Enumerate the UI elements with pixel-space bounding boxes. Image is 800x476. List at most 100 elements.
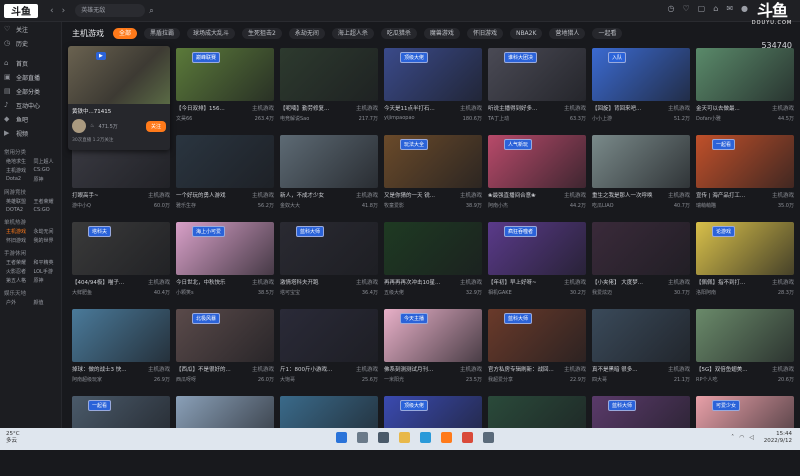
sidebar-item[interactable]: ▤ 全部分类 [0, 84, 61, 98]
stream-thumbnail[interactable]: 入队 [592, 48, 690, 101]
sidebar-category-link[interactable]: 同上超人 [34, 158, 62, 165]
edge-icon[interactable] [420, 432, 431, 443]
stream-thumbnail[interactable]: 蓝科大师 [488, 309, 586, 362]
message-icon[interactable]: ✉ [726, 4, 733, 13]
streamer-name[interactable]: 塔可宝宝 [280, 289, 300, 296]
sidebar-category-link[interactable]: 原神 [34, 277, 62, 284]
preview-thumbnail[interactable]: ▶ [68, 46, 170, 104]
sidebar-category-link[interactable]: Dota2 [6, 176, 34, 183]
stream-card[interactable]: 谁科大团决 听说主播得到好多... 主机游戏 TA丁上动 63.3万 [488, 48, 586, 128]
stream-title[interactable]: ❀最强直播间合意❀ [488, 191, 536, 199]
streamer-avatar[interactable] [72, 119, 86, 133]
settings-icon[interactable] [483, 432, 494, 443]
tab-3[interactable]: 生死狙击2 [242, 28, 282, 39]
sidebar-category-link[interactable]: 怀旧游戏 [6, 237, 34, 244]
tab-5[interactable]: 海上超人杀 [331, 28, 374, 39]
douyu-logo[interactable]: 斗鱼 [4, 3, 38, 18]
streamer-name[interactable]: 我爱炫迈 [592, 289, 612, 296]
streamer-name[interactable]: 阿南小杰 [488, 202, 508, 209]
stream-title[interactable]: 【佩佩】指不到打... [696, 278, 745, 286]
streamer-name[interactable]: 吃瓜LIAO [592, 202, 614, 209]
avatar[interactable]: ● [741, 4, 748, 13]
sidebar-section-title[interactable]: 常用分类 [0, 146, 61, 158]
sidebar-section-title[interactable]: 手游休闲 [0, 247, 61, 259]
sidebar-category-link[interactable]: 户外 [6, 299, 34, 306]
tab-6[interactable]: 吃瓜猎杀 [380, 28, 417, 39]
sidebar-category-link[interactable]: 火影忍者 [6, 268, 34, 275]
stream-card[interactable]: 人气新玩 ❀最强直播间合意❀ 主机游戏 阿南小杰 44.2万 [488, 135, 586, 215]
stream-thumbnail[interactable] [592, 135, 690, 188]
sidebar-category-link[interactable]: 第五人格 [6, 277, 34, 284]
streamer-name[interactable]: 文昊66 [176, 115, 192, 122]
stream-title[interactable]: 【回旋】背回来吧... [592, 104, 641, 112]
streamer-name[interactable]: 游中小Q [72, 202, 91, 209]
stream-card[interactable]: 掉球：做的战士3 快... 主机游戏 阿南超级玩家 26.9万 [72, 309, 170, 389]
sidebar-category-link[interactable]: 原神 [34, 176, 62, 183]
stream-card[interactable]: 金天可以去做最... 主机游戏 Dofan小雅 44.5万 [696, 48, 794, 128]
stream-card[interactable]: 蓝科大师 官方私房专辑刷新：战回... 主机游戏 我超爱分享 22.9万 [488, 309, 586, 389]
stream-card[interactable]: 顶级大佬 今天是11点半打石... 主机游戏 yijimpaopao 180.6万 [384, 48, 482, 128]
sidebar-category-link[interactable]: 永劫无间 [34, 228, 62, 235]
stream-title[interactable]: 重生之我是那人一次呼唤 [592, 191, 653, 199]
stream-card[interactable]: 一个好玩的勇人游戏 主机游戏 雅乐生存 56.2万 [176, 135, 274, 215]
stream-title[interactable]: 【5G】双倍鱼翅美... [696, 365, 748, 373]
stream-title[interactable]: 宣传 | 海产品打工... [696, 191, 745, 199]
stream-card[interactable]: 重生之我是那人一次呼唤 主机游戏 吃瓜LIAO 40.7万 [592, 135, 690, 215]
stream-thumbnail[interactable] [696, 309, 794, 362]
tab-11[interactable]: 一起看 [592, 28, 623, 39]
history-icon[interactable]: ◷ [668, 4, 675, 13]
sidebar-section-title[interactable]: 网游竞技 [0, 186, 61, 198]
stream-title[interactable]: 【年初】早上好呀~ [488, 278, 537, 286]
tab-0[interactable]: 全部 [113, 28, 138, 39]
stream-thumbnail[interactable]: 今天主播 [384, 309, 482, 362]
sidebar-category-link[interactable]: 王者荣耀 [34, 198, 62, 205]
streamer-name[interactable]: 电竞解说Sao [280, 115, 309, 122]
tab-9[interactable]: NBA2K [509, 28, 543, 39]
streamer-name[interactable]: 一米阳光 [384, 376, 404, 383]
streamer-name[interactable]: yijimpaopao [384, 115, 415, 122]
stream-thumbnail[interactable]: 海上小可爱 [176, 222, 274, 275]
sidebar-category-link[interactable]: 主机游戏 [6, 167, 34, 174]
stream-card[interactable]: 一起看 宣传 | 海产品打工... 主机游戏 瑞萌萌瞄 35.0万 [696, 135, 794, 215]
tab-10[interactable]: 营地猎人 [549, 28, 586, 39]
stream-thumbnail[interactable] [176, 135, 274, 188]
stream-thumbnail[interactable]: 一起看 [696, 135, 794, 188]
stream-card[interactable]: 北极风暴 【西瓜】不是很好的... 主机游戏 西瓜呀呀 26.0万 [176, 309, 274, 389]
explorer-icon[interactable] [399, 432, 410, 443]
stream-card[interactable]: 新人，不成才少女 主机游戏 金奴大大 41.8万 [280, 135, 378, 215]
streamer-name[interactable]: 金奴大大 [280, 202, 300, 209]
tab-7[interactable]: 魔兽游戏 [423, 28, 460, 39]
stream-thumbnail[interactable]: 玩法大全 [384, 135, 482, 188]
streamer-name[interactable]: TA丁上动 [488, 115, 509, 122]
stream-thumbnail[interactable] [280, 48, 378, 101]
douyu-icon[interactable] [441, 432, 452, 443]
stream-title[interactable]: 打眼高手~ [72, 191, 99, 199]
stream-card[interactable]: 今天主播 佛系刻测测试月刊... 主机游戏 一米阳光 23.5万 [384, 309, 482, 389]
stream-thumbnail[interactable]: 疯狂吞噬者 [488, 222, 586, 275]
streamer-name[interactable]: 洛阳阿南 [696, 289, 716, 296]
stream-card[interactable]: 海上小可爱 今日世北，中秋快乐 主机游戏 小颗笑s 38.5万 [176, 222, 274, 302]
shirt-icon[interactable]: ⌂ [713, 4, 718, 13]
stream-card[interactable]: 【5G】双倍鱼翅美... 主机游戏 RP个人吃 20.6万 [696, 309, 794, 389]
sidebar-item[interactable]: ◷ 历史 [0, 36, 61, 50]
sidebar-category-link[interactable]: CS:GO [34, 167, 62, 174]
stream-title[interactable]: 听说主播得到好多... [488, 104, 537, 112]
tab-4[interactable]: 永劫无间 [288, 28, 325, 39]
stream-title[interactable]: 又是你猜的一天 锐... [384, 191, 435, 199]
stream-card[interactable]: 疯狂吞噬者 【年初】早上好呀~ 主机游戏 相机GAKE 30.2万 [488, 222, 586, 302]
sidebar-category-link[interactable]: 颜值 [34, 299, 62, 306]
sidebar-item[interactable]: ♪ 互动中心 [0, 98, 61, 112]
stream-thumbnail[interactable] [384, 222, 482, 275]
sidebar-item[interactable]: ▣ 全部直播 [0, 70, 61, 84]
stream-thumbnail[interactable] [72, 309, 170, 362]
stream-thumbnail[interactable] [696, 48, 794, 101]
streamer-name[interactable]: Dofan小雅 [696, 115, 721, 122]
stream-thumbnail[interactable] [592, 309, 690, 362]
sidebar-category-link[interactable]: 我的世界 [34, 237, 62, 244]
sidebar-category-link[interactable]: 绝地求生 [6, 158, 34, 165]
stream-preview-popup[interactable]: ▶ 黄铁中...71415 ♨ 471.5万 关注 30次直播 1.2万关注 [68, 46, 170, 150]
stream-title[interactable]: 再再再再次冲击10星... [384, 278, 440, 286]
streamer-name[interactable]: 五级大佬 [384, 289, 404, 296]
sidebar-item[interactable]: ◆ 鱼吧 [0, 112, 61, 126]
stream-title[interactable]: 【小夹佬】 大度梦... [592, 278, 643, 286]
